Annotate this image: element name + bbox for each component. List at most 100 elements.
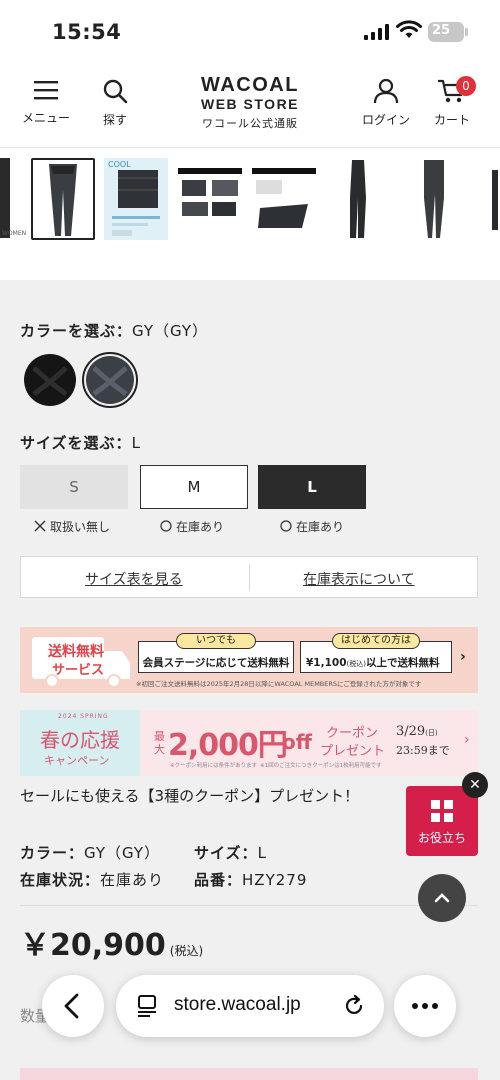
logo-wacoal: WACOAL (201, 74, 299, 96)
spring-coupon-banner[interactable]: 2024 SPRING 春の応援 キャンペーン 最大 2,000円 off クー… (20, 710, 478, 776)
coupon-note-1: ※クーポン利用には条件があります (170, 763, 258, 769)
campaign-subtitle: キャンペーン (44, 754, 110, 767)
first-time-shipping-text: ¥1,100(税込)以上で送料無料 (306, 655, 452, 670)
hamburger-icon (34, 81, 58, 100)
helper-button[interactable]: お役立ち (406, 786, 478, 856)
chevron-up-icon (434, 893, 450, 903)
thumbnail-model-side[interactable] (334, 158, 398, 240)
chevron-left-icon (64, 993, 79, 1019)
reload-icon[interactable] (342, 994, 366, 1018)
login-button[interactable]: ログイン (362, 78, 410, 128)
size-select-value: L (131, 434, 141, 452)
stock-display-link[interactable]: 在庫表示について (303, 569, 415, 589)
cart-label: カート (434, 113, 471, 127)
grid-icon (431, 800, 453, 822)
thumbnail-selected[interactable] (31, 158, 95, 240)
tag-first-time: はじめての方は (332, 633, 420, 649)
meta-color-value: GY（GY） (84, 844, 161, 862)
color-select-heading: カラーを選ぶ：GY（GY） (20, 320, 208, 341)
member-shipping-text: 会員ステージに応じて送料無料 (142, 657, 290, 669)
meta-size-label: サイズ： (194, 844, 258, 862)
meta-size: サイズ：L (194, 842, 267, 863)
coupon-line2: プレゼント (320, 744, 386, 759)
meta-size-value: L (257, 844, 267, 862)
search-button[interactable]: 探す (102, 78, 128, 128)
info-links: サイズ表を見る 在庫表示について (20, 556, 478, 598)
size-option-m[interactable]: M (140, 465, 248, 509)
browser-more-button[interactable] (394, 975, 456, 1037)
stock-text-l: 在庫あり (296, 520, 345, 534)
first-time-price: ¥1,100 (306, 657, 347, 669)
meta-code: 品番：HZY279 (194, 869, 307, 890)
coupon-line1: クーポン (326, 726, 379, 741)
shipping-note: ※初回ご注文送料無料は2025年2月28日以降にWACOAL MEMBERSにご… (136, 680, 422, 688)
stock-text-m: 在庫あり (176, 520, 225, 534)
coupon-off: off (282, 730, 312, 754)
first-time-suffix: 以上で送料無料 (366, 657, 440, 669)
price-amount: ￥20,900 (20, 928, 166, 963)
user-icon (373, 78, 399, 104)
thumbnail-cool-fabric[interactable]: COOL (104, 158, 168, 240)
price-tax: (税込) (169, 944, 204, 958)
size-option-s[interactable]: S (20, 465, 128, 509)
size-option-l-selected[interactable]: L (258, 465, 366, 509)
thumbnail-women[interactable]: WOMEN (0, 158, 27, 240)
status-bar: 15:54 25 (0, 0, 500, 64)
menu-button[interactable]: メニュー (22, 78, 70, 126)
product-price: ￥20,900 (税込) (20, 920, 203, 964)
campaign-title: 春の応援 (40, 728, 120, 752)
promo-text: セールにも使える【3種のクーポン】プレゼント！ (20, 787, 360, 805)
color-swatch-black[interactable] (24, 354, 76, 406)
stock-status-l: 在庫あり (280, 518, 344, 535)
image-thumbnail-strip: WOMEN COOL (0, 148, 500, 280)
size-select-label: サイズを選ぶ： (20, 434, 132, 452)
coupon-time: 23:59まで (396, 744, 450, 757)
meta-color: カラー：GY（GY） (20, 842, 160, 863)
circle-icon (160, 520, 172, 532)
chevron-right-icon: › (460, 649, 466, 665)
circle-icon (280, 520, 292, 532)
browser-back-button[interactable] (42, 975, 104, 1037)
site-logo[interactable]: WACOAL WEB STORE ワコール公式通販 (170, 74, 330, 131)
free-shipping-subtitle: サービス (52, 663, 105, 678)
first-time-tax: (税込) (346, 660, 366, 668)
chevron-right-icon: › (464, 732, 470, 748)
thumbnail-model-back[interactable] (410, 158, 474, 240)
color-swatch-gray-selected[interactable] (82, 352, 138, 408)
thumbnail-detail-1[interactable] (178, 158, 242, 240)
search-icon (103, 79, 128, 104)
menu-label: メニュー (22, 111, 71, 125)
free-shipping-banner[interactable]: 送料無料 サービス いつでも 会員ステージに応じて送料無料 はじめての方は ¥1… (20, 627, 478, 693)
logo-webstore: WEB STORE (200, 96, 300, 112)
status-time: 15:54 (52, 20, 122, 44)
cart-count-badge: 0 (456, 76, 476, 96)
thumbnail-detail-2[interactable] (252, 158, 316, 240)
stock-status-m: 在庫あり (160, 518, 224, 535)
reader-view-icon (138, 995, 156, 1017)
meta-stock: 在庫状況：在庫あり (20, 869, 164, 890)
thumbnail-next[interactable] (486, 158, 500, 240)
coupon-amount: 2,000円 (168, 728, 288, 763)
size-chart-link[interactable]: サイズ表を見る (85, 569, 183, 589)
logo-subtitle: ワコール公式通販 (202, 117, 298, 130)
color-select-value: GY（GY） (132, 322, 209, 340)
max-label: 最大 (154, 730, 165, 756)
free-shipping-title: 送料無料 (48, 644, 104, 660)
cellular-signal-icon (364, 24, 389, 40)
wifi-icon (396, 20, 422, 38)
browser-address-bar[interactable]: store.wacoal.jp (116, 975, 384, 1037)
meta-color-label: カラー： (20, 844, 85, 862)
coupon-note-2: ※1回のご注文につきクーポンは1枚利用可能です (260, 763, 382, 769)
scroll-to-top-button[interactable] (418, 874, 466, 922)
thumbnail-caption-women: WOMEN (2, 230, 27, 237)
stock-text-s: 取扱い無し (50, 520, 111, 534)
tag-anytime: いつでも (176, 633, 256, 649)
coupon-day: (日) (425, 729, 438, 737)
helper-close-button[interactable]: ✕ (462, 772, 488, 798)
close-icon: ✕ (469, 777, 481, 793)
meta-code-label: 品番： (194, 871, 243, 889)
login-label: ログイン (362, 113, 411, 127)
season-label: 2024 SPRING (58, 713, 109, 720)
coupon-date-value: 3/29 (396, 724, 426, 739)
stock-status-s: 取扱い無し (34, 518, 110, 535)
